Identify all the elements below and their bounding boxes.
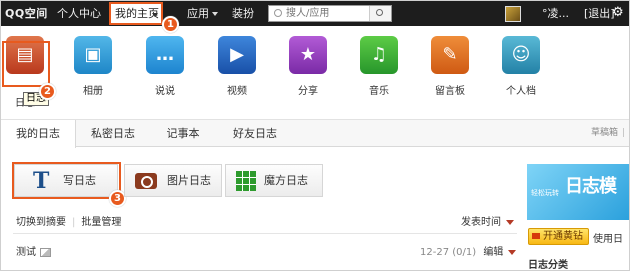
crown-icon	[532, 233, 540, 239]
chevron-down-icon	[508, 249, 517, 255]
photo-diary-label: 图片日志	[167, 174, 211, 187]
gear-icon[interactable]: ⚙	[612, 6, 625, 19]
top-navigation-bar: QQ空间 个人中心 我的主页 1 应用 装扮 °凌... [退出] ⚙	[1, 1, 629, 33]
photo-album-icon: ▣	[74, 36, 112, 74]
app-icon-row: ▤ 日志 日志 2 ▣ 相册 … 说说 ▶ 视频 ★ 分享 ♫ 音乐 ✎ 留言板	[1, 26, 629, 119]
photo-diary-button[interactable]: 图片日志	[124, 164, 222, 197]
username[interactable]: °凌...	[542, 1, 569, 26]
magic-cube-diary-label: 魔方日志	[264, 174, 308, 187]
app-label: 视频	[227, 86, 247, 97]
chevron-down-icon	[212, 12, 218, 16]
app-label: 相册	[83, 86, 103, 97]
entry-meta: 12-27 (0/1) 编辑	[420, 243, 517, 258]
tab-friends-diary[interactable]: 好友日志	[219, 120, 291, 147]
nav-my-home-highlight[interactable]: 我的主页	[109, 2, 163, 25]
tab-my-diary[interactable]: 我的日志	[1, 120, 76, 148]
app-message-board[interactable]: ✎ 留言板	[420, 36, 480, 97]
qzone-logo[interactable]: QQ空间	[5, 1, 48, 26]
drafts-link[interactable]: 草稿箱	[591, 128, 618, 138]
step-marker-2: 2	[39, 83, 56, 100]
banner-title: 日志模	[565, 176, 617, 197]
list-item[interactable]: 测试	[16, 243, 51, 258]
chevron-down-icon	[152, 13, 158, 17]
app-label: 个人档	[506, 86, 536, 97]
video-play-icon: ▶	[218, 36, 256, 74]
app-shuoshuo[interactable]: … 说说	[135, 36, 195, 97]
cube-grid-icon	[236, 171, 256, 191]
nav-apps[interactable]: 应用	[187, 1, 218, 26]
share-star-icon: ★	[289, 36, 327, 74]
nav-decorate[interactable]: 装扮	[232, 1, 254, 26]
diary-tabs: 我的日志 私密日志 记事本 好友日志 草稿箱 |	[1, 119, 629, 148]
use-diary-link[interactable]: 使用日	[593, 230, 623, 245]
promo-banner[interactable]: 轻松玩转 日志模	[527, 164, 629, 220]
music-note-icon: ♫	[360, 36, 398, 74]
batch-manage-link[interactable]: 批量管理	[81, 217, 121, 228]
app-share[interactable]: ★ 分享	[278, 36, 338, 97]
sort-by-time[interactable]: 发表时间	[461, 213, 514, 228]
list-actions: 切换到摘要 | 批量管理	[16, 213, 121, 228]
entry-count: (0/1)	[452, 247, 477, 258]
camera-icon	[135, 173, 157, 189]
chevron-down-icon	[506, 219, 514, 225]
app-profile[interactable]: ☺ 个人档	[491, 36, 551, 97]
search-button[interactable]	[369, 6, 391, 21]
speech-bubble-icon: …	[146, 36, 184, 74]
entry-date: 12-27	[420, 247, 450, 258]
divider: |	[621, 128, 625, 138]
divider: |	[72, 217, 76, 228]
app-photo-album[interactable]: ▣ 相册	[63, 36, 123, 97]
write-diary-highlight	[12, 162, 121, 199]
tab-notebook[interactable]: 记事本	[151, 120, 215, 147]
sort-label: 发表时间	[461, 217, 501, 228]
open-yellow-diamond-button[interactable]: 开通黄钻	[528, 228, 589, 245]
banner-subtitle: 轻松玩转	[531, 189, 559, 197]
profile-card-icon: ☺	[502, 36, 540, 74]
search-icon	[376, 9, 383, 16]
app-label: 留言板	[435, 86, 465, 97]
message-board-icon: ✎	[431, 36, 469, 74]
app-label: 分享	[298, 86, 318, 97]
tab-private-diary[interactable]: 私密日志	[77, 120, 149, 147]
vip-label: 开通黄钻	[543, 231, 583, 242]
qzone-window: QQ空间 个人中心 我的主页 1 应用 装扮 °凌... [退出] ⚙ ▤ 日志…	[0, 0, 630, 271]
nav-apps-label: 应用	[187, 7, 209, 20]
edit-label: 编辑	[483, 247, 504, 258]
image-icon	[40, 247, 51, 257]
magic-cube-diary-button[interactable]: 魔方日志	[225, 164, 323, 197]
search-input[interactable]	[286, 6, 366, 21]
app-music[interactable]: ♫ 音乐	[349, 36, 409, 97]
diary-highlight-box	[2, 41, 50, 87]
entry-title[interactable]: 测试	[16, 247, 36, 258]
logout-link[interactable]: [退出]	[584, 1, 615, 26]
nav-personal-center[interactable]: 个人中心	[57, 1, 101, 26]
diary-category-heading: 日志分类	[528, 260, 568, 271]
search-box	[268, 5, 392, 22]
divider	[13, 233, 517, 234]
search-icon	[274, 9, 282, 17]
switch-to-summary-link[interactable]: 切换到摘要	[16, 217, 66, 228]
app-label: 说说	[155, 86, 175, 97]
drafts-link-area: 草稿箱 |	[591, 120, 625, 147]
right-sidebar: 轻松玩转 日志模 开通黄钻 使用日 日志分类	[527, 164, 629, 271]
edit-menu[interactable]: 编辑	[483, 247, 517, 258]
app-label: 音乐	[369, 86, 389, 97]
app-video[interactable]: ▶ 视频	[207, 36, 267, 97]
avatar[interactable]	[505, 6, 521, 22]
